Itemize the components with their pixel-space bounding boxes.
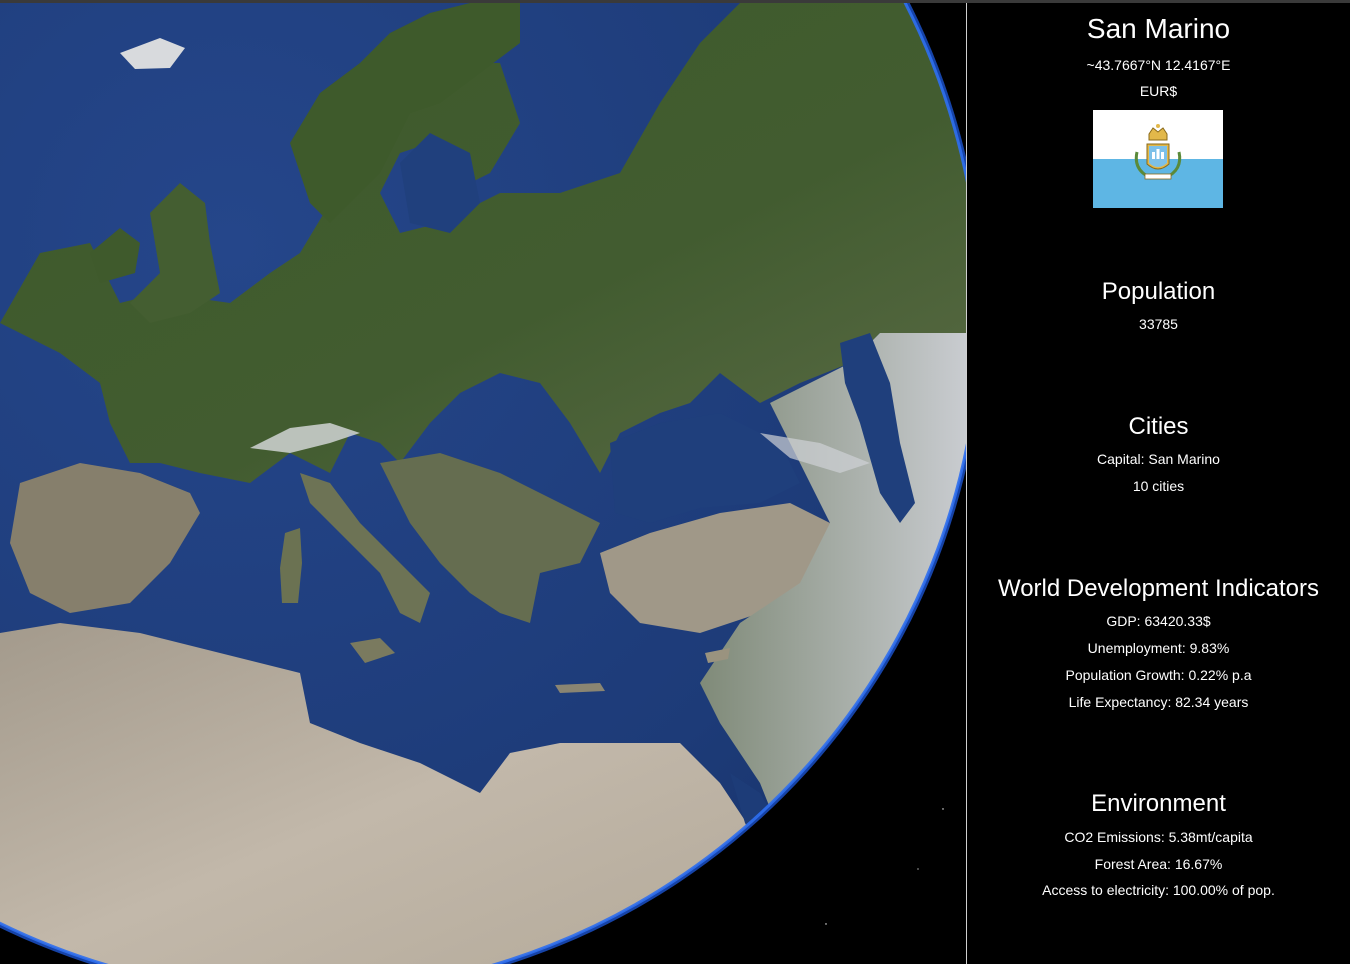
san-marino-coat-of-arms-icon — [1134, 124, 1182, 180]
app: San Marino ~43.7667°N 12.4167°E EUR$ Pop… — [0, 0, 1350, 964]
unemployment-value: Unemployment: 9.83% — [1087, 640, 1230, 656]
country-flag — [1093, 110, 1223, 208]
life-expectancy-value: Life Expectancy: 82.34 years — [1068, 694, 1249, 710]
forest-area-value: Forest Area: 16.67% — [1094, 856, 1223, 872]
globe[interactable] — [0, 3, 966, 964]
wdi-title: World Development Indicators — [997, 575, 1320, 602]
country-currency: EUR$ — [1139, 83, 1178, 99]
electricity-access-value: Access to electricity: 100.00% of pop. — [1042, 882, 1275, 898]
environment-title: Environment — [1091, 790, 1226, 817]
population-value: 33785 — [1139, 316, 1178, 332]
co2-emissions-value: CO2 Emissions: 5.38mt/capita — [1064, 829, 1253, 845]
globe-canvas[interactable] — [0, 3, 966, 964]
population-growth-value: Population Growth: 0.22% p.a — [1065, 667, 1252, 683]
gdp-value: GDP: 63420.33$ — [1106, 613, 1211, 629]
country-coordinates: ~43.7667°N 12.4167°E — [1086, 57, 1231, 73]
cities-title: Cities — [1128, 413, 1189, 440]
capital-city: Capital: San Marino — [1097, 451, 1220, 467]
country-info-panel: San Marino ~43.7667°N 12.4167°E EUR$ Pop… — [967, 3, 1350, 964]
city-count: 10 cities — [1132, 478, 1185, 494]
globe-view[interactable] — [0, 3, 966, 964]
population-title: Population — [1101, 278, 1216, 305]
country-name: San Marino — [1086, 13, 1231, 44]
